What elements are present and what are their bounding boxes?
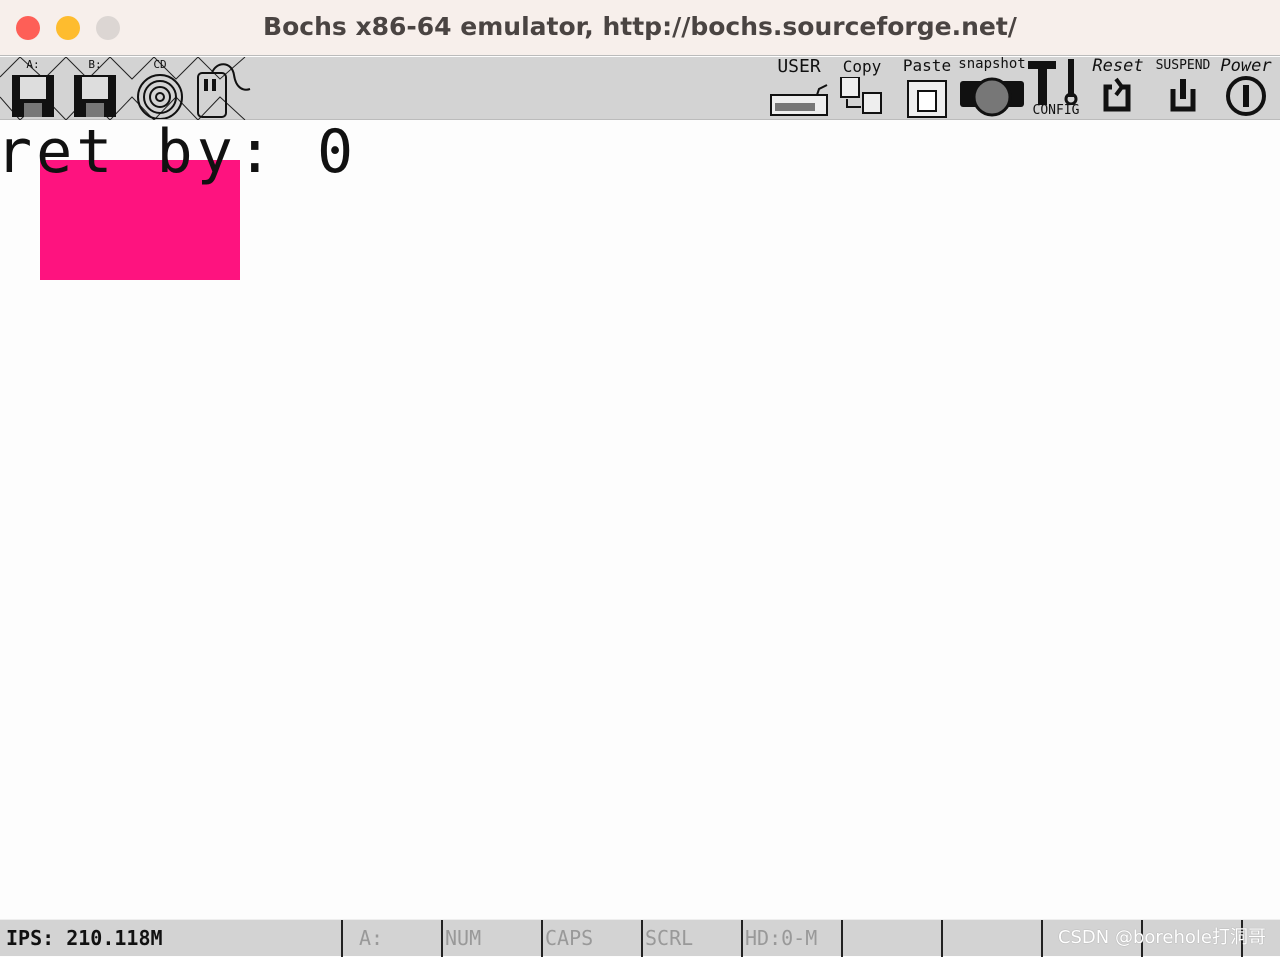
reset-label: Reset	[1092, 56, 1144, 76]
floppy-icon	[12, 75, 54, 117]
config-button[interactable]: CONFIG	[1026, 57, 1086, 120]
power-label: Power	[1220, 56, 1272, 76]
window-title: Bochs x86-64 emulator, http://bochs.sour…	[263, 12, 1017, 41]
toolbar: A: B: CD USER Copy Paste snapshot CONFIG…	[0, 57, 1280, 120]
cdrom-button[interactable]: CD	[134, 57, 186, 120]
mouse-button[interactable]	[194, 61, 254, 124]
watermark: CSDN @borehole打洞哥	[1057, 927, 1266, 948]
suspend-button[interactable]: SUSPEND	[1150, 57, 1216, 120]
snapshot-label: snapshot	[958, 56, 1026, 72]
keyboard-icon	[770, 84, 828, 116]
reset-icon	[1103, 77, 1131, 112]
snapshot-button[interactable]: snapshot	[958, 57, 1026, 120]
cdrom-icon	[137, 74, 183, 119]
config-label: CONFIG	[1032, 103, 1080, 118]
status-caps-lock: CAPS	[541, 920, 641, 957]
status-num-lock: NUM	[441, 920, 541, 957]
reset-button[interactable]: Reset	[1088, 57, 1148, 120]
camera-icon	[960, 77, 1024, 117]
power-icon	[1226, 76, 1266, 116]
copy-icon	[840, 77, 882, 114]
cdrom-label: CD	[153, 58, 167, 71]
status-bar: IPS: 210.118M A: NUM CAPS SCRL HD:0-M CS…	[0, 919, 1280, 957]
status-cell	[841, 920, 941, 957]
emulator-screen[interactable]: ret by: 0	[0, 117, 1280, 919]
paste-button[interactable]: Paste	[900, 57, 954, 120]
status-hd: HD:0-M	[741, 920, 841, 957]
screen-output-text: ret by: 0	[0, 117, 358, 187]
mouse-icon	[197, 63, 251, 118]
ips-indicator: IPS: 210.118M	[6, 926, 163, 950]
suspend-label: SUSPEND	[1155, 58, 1211, 73]
status-cell	[941, 920, 1041, 957]
power-button[interactable]: Power	[1214, 57, 1278, 120]
suspend-icon	[1170, 79, 1196, 112]
user-label: USER	[777, 56, 821, 77]
paste-label: Paste	[902, 56, 952, 75]
floppy-icon	[74, 75, 116, 117]
copy-button[interactable]: Copy	[836, 57, 888, 120]
status-scroll-lock: SCRL	[641, 920, 741, 957]
floppy-a-button[interactable]: A:	[8, 57, 58, 120]
status-floppy-a: A:	[341, 920, 441, 957]
title-bar: Bochs x86-64 emulator, http://bochs.sour…	[0, 0, 1280, 56]
config-tools-icon	[1028, 59, 1078, 105]
paste-icon	[907, 80, 947, 118]
floppy-b-label: B:	[88, 58, 102, 71]
user-button[interactable]: USER	[768, 57, 830, 120]
floppy-a-label: A:	[26, 58, 40, 71]
floppy-b-button[interactable]: B:	[70, 57, 120, 120]
copy-label: Copy	[842, 57, 882, 76]
